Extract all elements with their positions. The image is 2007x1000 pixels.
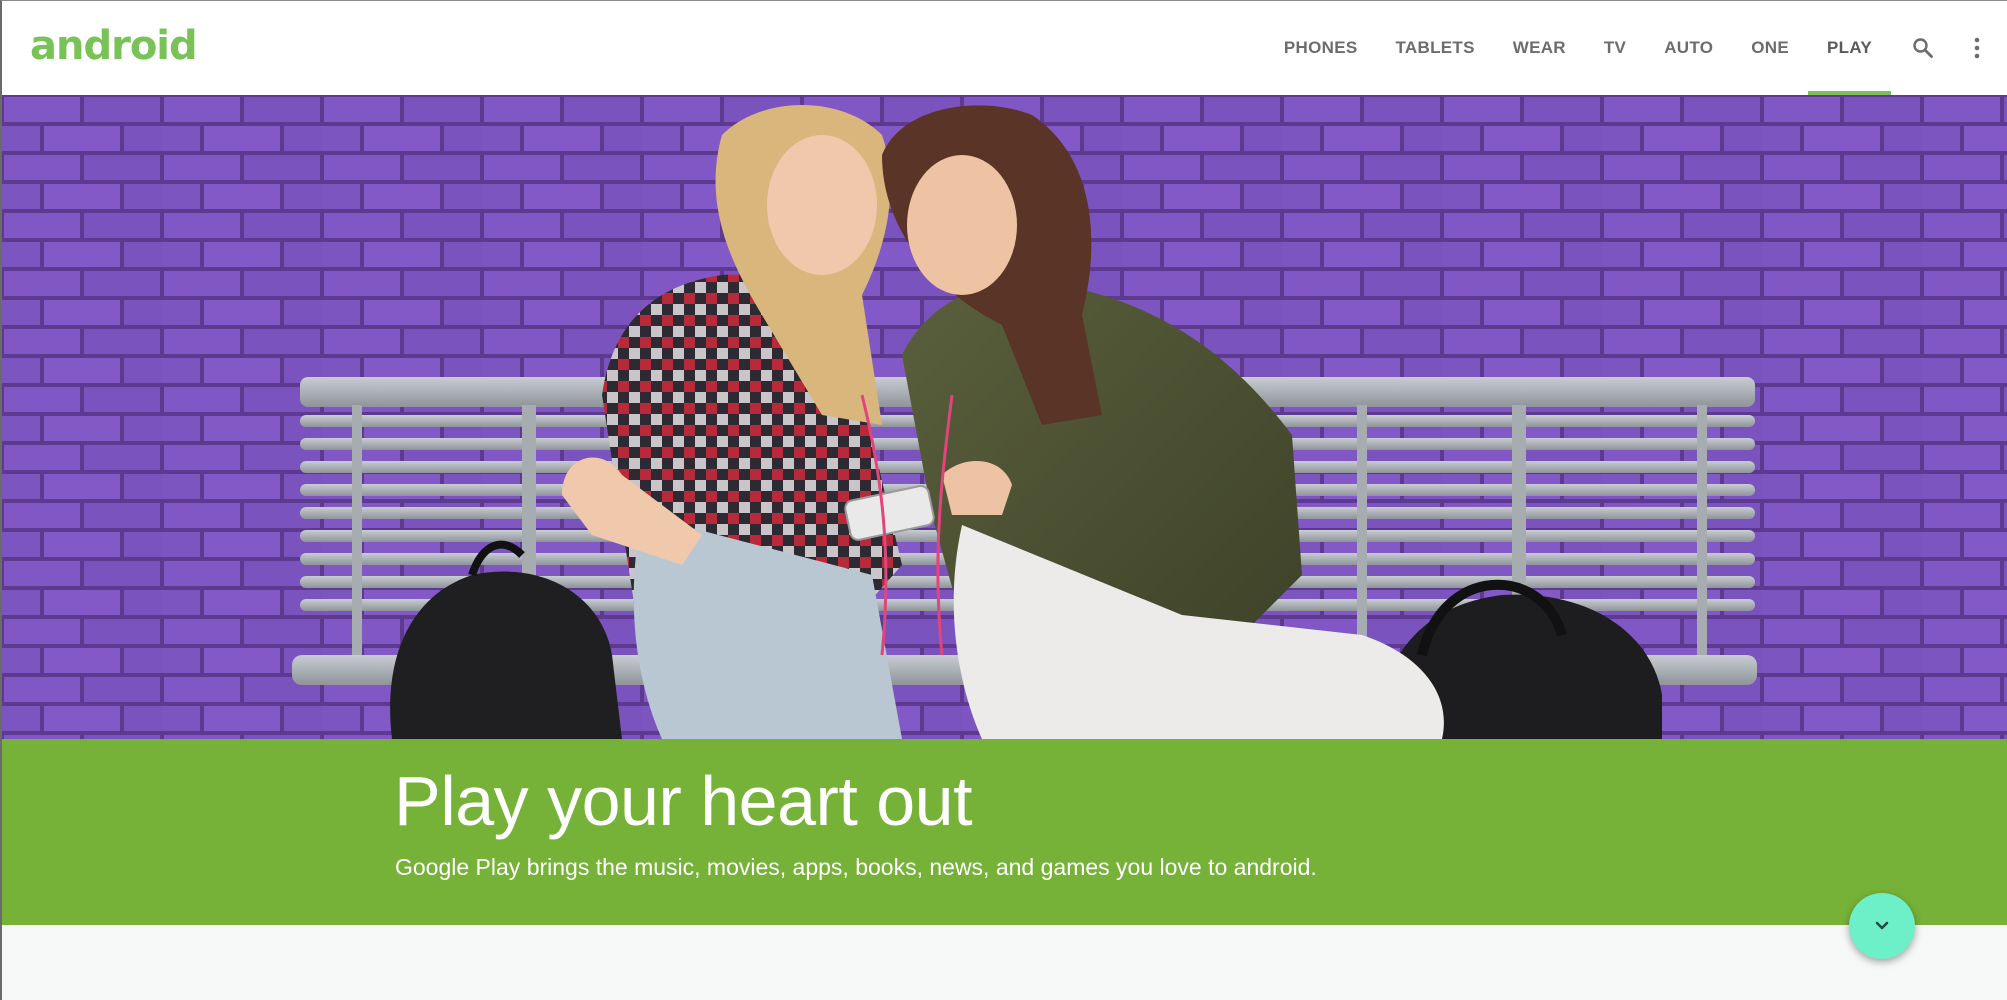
nav-item-wear[interactable]: WEAR <box>1494 1 1585 95</box>
nav-item-label: ONE <box>1751 38 1790 57</box>
site-header: android PHONES TABLETS WEAR TV AUTO ONE … <box>2 1 2007 95</box>
nav-item-one[interactable]: ONE <box>1732 1 1808 95</box>
scroll-down-button[interactable] <box>1849 893 1915 959</box>
hero-photo <box>2 95 2007 739</box>
hero-banner: Play your heart out Google Play brings t… <box>2 739 2007 925</box>
nav-item-label: TABLETS <box>1395 38 1475 57</box>
nav-item-label: TV <box>1603 38 1627 57</box>
nav-item-play[interactable]: PLAY <box>1808 1 1891 95</box>
more-options-button[interactable] <box>1957 1 1997 95</box>
page: android PHONES TABLETS WEAR TV AUTO ONE … <box>0 0 2007 1000</box>
nav-item-phones[interactable]: PHONES <box>1265 1 1377 95</box>
chevron-down-icon <box>1875 921 1889 930</box>
more-vert-icon <box>1974 37 1980 59</box>
banner-subtitle: Google Play brings the music, movies, ap… <box>395 854 1317 880</box>
main-nav: PHONES TABLETS WEAR TV AUTO ONE PLAY <box>1265 1 2007 95</box>
nav-item-label: PHONES <box>1283 38 1358 57</box>
android-logo[interactable]: android <box>30 23 198 69</box>
search-icon <box>1913 38 1933 58</box>
nav-item-label: WEAR <box>1512 38 1566 57</box>
nav-item-tv[interactable]: TV <box>1585 1 1645 95</box>
nav-item-label: AUTO <box>1664 38 1714 57</box>
nav-item-label: PLAY <box>1827 38 1872 57</box>
nav-active-indicator <box>1808 91 1891 95</box>
nav-item-auto[interactable]: AUTO <box>1645 1 1732 95</box>
nav-item-tablets[interactable]: TABLETS <box>1377 1 1494 95</box>
search-button[interactable] <box>1903 1 1943 95</box>
hero-image <box>2 95 2007 739</box>
banner-title: Play your heart out <box>394 762 973 840</box>
